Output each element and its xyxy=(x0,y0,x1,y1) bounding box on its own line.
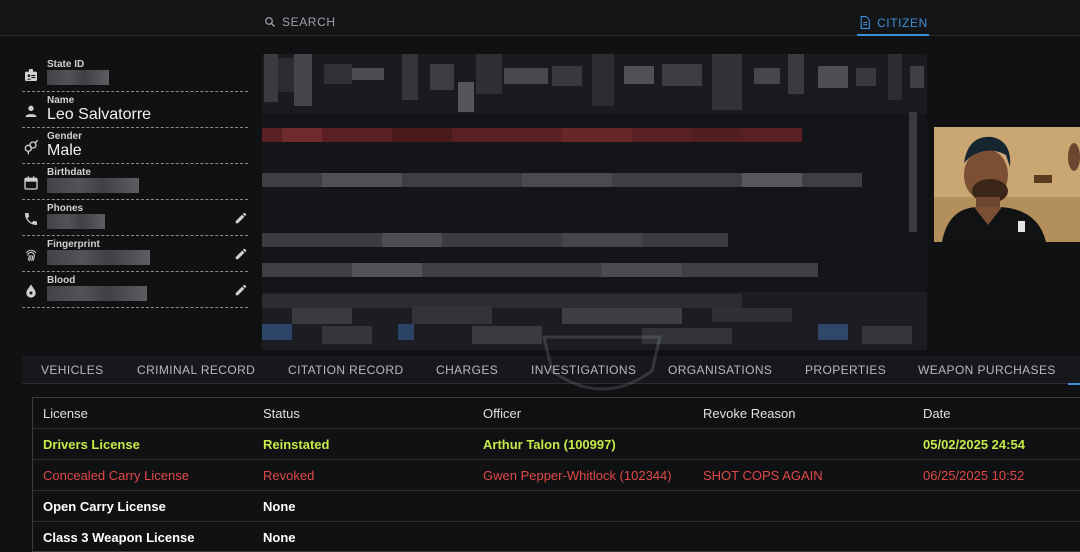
nav-citizen-label: CITIZEN xyxy=(877,16,928,30)
blood-redacted xyxy=(47,286,147,301)
fingerprint-label: Fingerprint xyxy=(47,239,100,250)
license-date: 06/25/2025 10:52 xyxy=(923,468,1025,483)
license-date: 05/02/2025 24:54 xyxy=(923,437,1025,452)
info-state-id: State ID xyxy=(22,56,248,92)
notes-scrollbar[interactable] xyxy=(909,112,917,232)
column-header-status: Status xyxy=(263,406,300,421)
table-row[interactable]: Class 3 Weapon License None xyxy=(33,522,1080,551)
gender-icon xyxy=(24,139,39,155)
phones-label: Phones xyxy=(47,203,84,214)
license-status: None xyxy=(263,530,296,545)
column-header-license: License xyxy=(43,406,88,421)
tab-weapon-purchases[interactable]: WEAPON PURCHASES xyxy=(918,363,1056,377)
tab-properties[interactable]: PROPERTIES xyxy=(805,363,886,377)
blood-label: Blood xyxy=(47,275,76,286)
top-nav: SEARCH CITIZEN xyxy=(0,0,1080,36)
column-header-officer: Officer xyxy=(483,406,522,421)
nav-citizen-tab[interactable]: CITIZEN xyxy=(857,13,929,36)
tab-vehicles[interactable]: VEHICLES xyxy=(41,363,104,377)
citizen-notes-pixelated[interactable] xyxy=(262,54,927,350)
info-gender: Gender Male xyxy=(22,128,248,164)
license-officer: Gwen Pepper-Whitlock (102344) xyxy=(483,468,672,483)
calendar-icon xyxy=(24,176,38,190)
phone-icon xyxy=(25,213,37,225)
gender-value: Male xyxy=(47,142,82,159)
name-label: Name xyxy=(47,95,75,106)
nav-search-tab[interactable]: SEARCH xyxy=(264,13,336,31)
license-name: Class 3 Weapon License xyxy=(43,530,195,545)
info-blood: Blood xyxy=(22,272,248,308)
table-row[interactable]: Concealed Carry License Revoked Gwen Pep… xyxy=(33,460,1080,491)
person-icon xyxy=(25,105,37,117)
license-status: None xyxy=(263,499,296,514)
tab-charges[interactable]: CHARGES xyxy=(436,363,498,377)
info-birthdate: Birthdate xyxy=(22,164,248,200)
police-badge-watermark xyxy=(542,335,662,391)
birthdate-label: Birthdate xyxy=(47,167,91,178)
tab-organisations[interactable]: ORGANISATIONS xyxy=(668,363,772,377)
license-officer: Arthur Talon (100997) xyxy=(483,437,616,452)
blood-drop-icon xyxy=(26,284,36,298)
info-name: Name Leo Salvatorre xyxy=(22,92,248,128)
edit-blood-icon[interactable] xyxy=(234,283,248,297)
tab-licenses-indicator[interactable] xyxy=(1068,356,1080,385)
citizen-info-list: State ID Name Leo Salvatorre Gender Male… xyxy=(22,56,248,308)
column-header-date: Date xyxy=(923,406,951,421)
pixelated-notes-image xyxy=(262,54,927,350)
tab-criminal-record[interactable]: CRIMINAL RECORD xyxy=(137,363,255,377)
table-row[interactable]: Open Carry License None xyxy=(33,491,1080,522)
license-table: License Status Officer Revoke Reason Dat… xyxy=(32,397,1080,552)
column-header-revoke-reason: Revoke Reason xyxy=(703,406,796,421)
mugshot-image xyxy=(934,127,1080,242)
edit-phones-icon[interactable] xyxy=(234,211,248,225)
phones-redacted xyxy=(47,214,105,229)
edit-fingerprint-icon[interactable] xyxy=(234,247,248,261)
nav-search-label: SEARCH xyxy=(282,15,336,29)
document-icon xyxy=(860,16,870,29)
id-badge-icon xyxy=(25,69,37,81)
birthdate-redacted xyxy=(47,178,139,193)
gender-label: Gender xyxy=(47,131,83,142)
table-header-row: License Status Officer Revoke Reason Dat… xyxy=(33,398,1080,429)
license-status: Revoked xyxy=(263,468,315,483)
search-icon xyxy=(265,17,275,27)
license-revoke-reason: SHOT COPS AGAIN xyxy=(703,468,823,483)
citizen-mugshot xyxy=(934,127,1080,242)
fingerprint-redacted xyxy=(47,250,150,265)
tab-citation-record[interactable]: CITATION RECORD xyxy=(288,363,404,377)
info-fingerprint: Fingerprint xyxy=(22,236,248,272)
fingerprint-icon xyxy=(25,249,37,262)
license-name: Drivers License xyxy=(43,437,140,452)
name-value: Leo Salvatorre xyxy=(47,106,152,123)
license-name: Concealed Carry License xyxy=(43,468,189,483)
license-name: Open Carry License xyxy=(43,499,166,514)
info-phones: Phones xyxy=(22,200,248,236)
license-status: Reinstated xyxy=(263,437,330,452)
state-id-redacted xyxy=(47,70,109,85)
state-id-label: State ID xyxy=(47,59,85,70)
table-row[interactable]: Drivers License Reinstated Arthur Talon … xyxy=(33,429,1080,460)
